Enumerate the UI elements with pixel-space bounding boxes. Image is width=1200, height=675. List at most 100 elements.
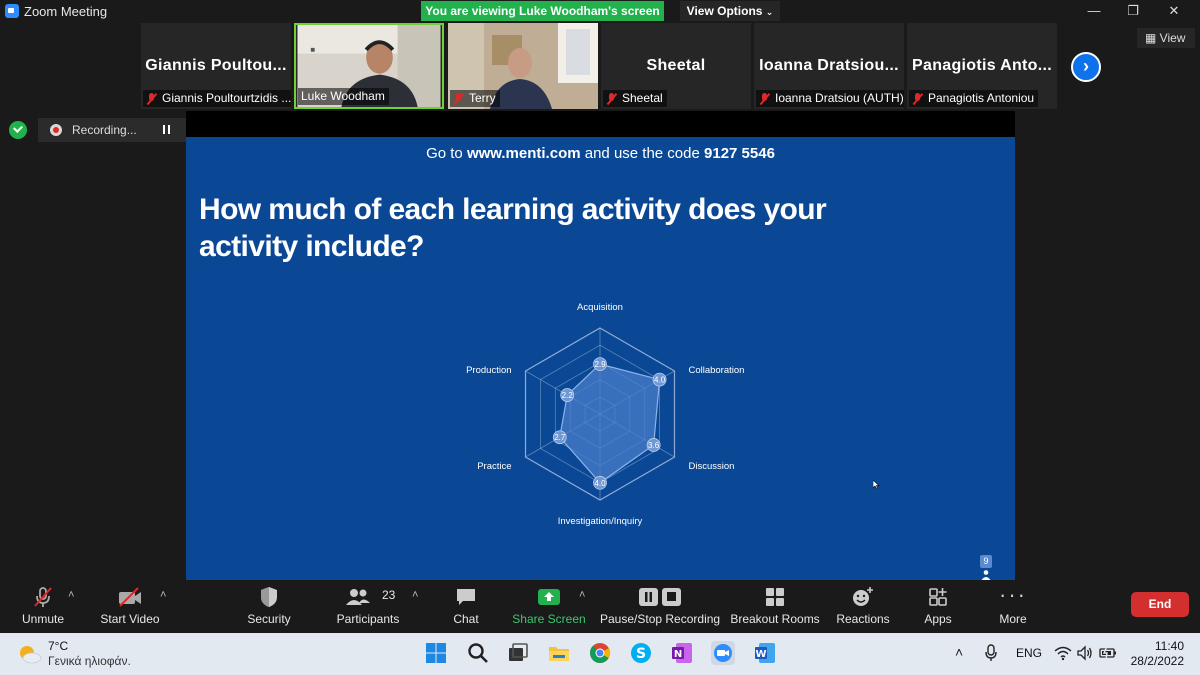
chat-label: Chat: [453, 612, 479, 626]
recording-label: Recording...: [72, 123, 137, 137]
radar-series-area: [559, 363, 661, 484]
onenote-icon[interactable]: N: [670, 641, 694, 665]
radar-category-label: Practice: [477, 461, 511, 472]
mic-muted-icon: [34, 587, 52, 607]
participant-tile[interactable]: Terry: [448, 23, 598, 109]
radar-category-label: Discussion: [688, 461, 734, 472]
participant-name-bar: Luke Woodham: [298, 88, 389, 105]
wifi-icon[interactable]: [1054, 645, 1072, 661]
zoom-logo-icon: [5, 4, 19, 18]
unmute-button[interactable]: Unmute: [10, 580, 76, 633]
radar-category-label: Acquisition: [577, 302, 623, 313]
radar-value-label: 3.6: [648, 441, 660, 450]
radar-value-label: 2.7: [554, 433, 566, 442]
pause-stop-recording-button[interactable]: Pause/Stop Recording: [600, 580, 720, 633]
pause-recording-icon[interactable]: [163, 125, 170, 134]
mouse-cursor-icon: [873, 480, 880, 489]
breakout-rooms-button[interactable]: Breakout Rooms: [730, 580, 820, 633]
unmute-label: Unmute: [21, 612, 65, 626]
chevron-down-icon: ⌄: [765, 7, 774, 17]
minimize-button[interactable]: —: [1086, 3, 1102, 19]
reactions-icon: [853, 587, 873, 606]
security-button[interactable]: Security: [236, 580, 302, 633]
radar-category-label: Investigation/Inquiry: [558, 516, 643, 527]
reactions-button[interactable]: Reactions: [830, 580, 896, 633]
windows-start-icon[interactable]: [424, 641, 448, 665]
task-view-icon[interactable]: [506, 641, 530, 665]
share-screen-icon: [538, 589, 560, 605]
weather-temperature[interactable]: 7°C: [48, 639, 68, 653]
participant-display-name: Sheetal: [646, 57, 706, 74]
mic-muted-icon: [146, 92, 157, 105]
participant-tile[interactable]: Ioanna Dratsiou... Ioanna Dratsiou (AUTH…: [754, 23, 904, 109]
participant-tile-active-speaker[interactable]: Luke Woodham: [294, 23, 444, 109]
participant-tile[interactable]: Panagiotis Anto... Panagiotis Antoniou: [907, 23, 1057, 109]
volume-icon[interactable]: [1077, 645, 1093, 661]
radar-category-label: Collaboration: [688, 365, 744, 376]
windows-taskbar: 7°C Γενικά ηλιοφάν. S N W ˄ ENG 11:40 28…: [0, 633, 1200, 675]
share-screen-button[interactable]: Share Screen: [512, 580, 586, 633]
pause-stop-icon: [639, 588, 681, 606]
chevron-up-icon[interactable]: ˄: [412, 589, 418, 601]
radar-value-label: 4.0: [654, 376, 666, 385]
mic-muted-icon: [912, 92, 923, 105]
chevron-right-icon[interactable]: ›: [1071, 52, 1101, 82]
radar-chart: 2.9 4.0 3.6 4.0 2.7 2.2 Acquisition Collaborati…: [466, 302, 744, 527]
microphone-icon[interactable]: [984, 644, 998, 662]
chevron-up-icon[interactable]: ˄: [579, 589, 585, 601]
shared-screen-slide: Go to www.menti.com and use the code 912…: [186, 137, 1015, 580]
pause-stop-label: Pause/Stop Recording: [600, 612, 721, 626]
participant-name: Panagiotis Antoniou: [928, 91, 1035, 105]
file-explorer-icon[interactable]: [547, 641, 571, 665]
start-video-button[interactable]: Start Video: [92, 580, 168, 633]
participant-name-bar: Panagiotis Antoniou: [909, 90, 1039, 107]
more-button[interactable]: ··· More: [983, 580, 1043, 633]
weather-sun-icon[interactable]: [16, 643, 42, 665]
participant-display-name: Panagiotis Anto...: [912, 57, 1052, 74]
clock-date[interactable]: 28/2/2022: [1125, 654, 1184, 668]
restore-button[interactable]: ❐: [1125, 3, 1141, 19]
chrome-icon[interactable]: [588, 641, 612, 665]
recording-indicator: Recording...: [38, 118, 201, 142]
search-icon[interactable]: [466, 641, 490, 665]
breakout-rooms-icon: [766, 588, 784, 606]
participants-button[interactable]: 23 Participants: [330, 580, 406, 633]
chevron-up-icon[interactable]: ˄: [68, 589, 74, 601]
reactions-label: Reactions: [836, 612, 890, 626]
recording-dot-icon: [50, 124, 62, 136]
participant-tile[interactable]: Giannis Poultou... Giannis Poultourtzidi…: [141, 23, 291, 109]
breakout-rooms-label: Breakout Rooms: [730, 612, 820, 626]
grid-view-icon: ▦: [1145, 31, 1160, 45]
battery-icon[interactable]: [1099, 646, 1117, 660]
chat-button[interactable]: Chat: [436, 580, 496, 633]
participant-name: Sheetal: [622, 91, 663, 105]
response-count-badge: 9: [980, 555, 992, 568]
participant-tile[interactable]: Sheetal Sheetal: [601, 23, 751, 109]
zoom-icon[interactable]: [711, 641, 735, 665]
person-icon: [981, 570, 991, 580]
chevron-up-icon[interactable]: ˄: [160, 589, 166, 601]
weather-description[interactable]: Γενικά ηλιοφάν.: [48, 654, 131, 668]
close-button[interactable]: ✕: [1166, 3, 1182, 19]
share-screen-label: Share Screen: [512, 612, 586, 626]
window-title-bar: Zoom Meeting You are viewing Luke Woodha…: [0, 0, 1200, 22]
participant-name-bar: Ioanna Dratsiou (AUTH): [756, 90, 904, 107]
shared-screen-top-margin: [186, 111, 1015, 137]
view-button[interactable]: ▦ View: [1137, 28, 1195, 48]
chevron-up-icon[interactable]: ˄: [955, 644, 963, 660]
clock-time[interactable]: 11:40: [1150, 639, 1184, 653]
radar-value-label: 4.0: [594, 479, 606, 488]
view-options-button[interactable]: View Options ⌄: [680, 1, 780, 21]
participant-name: Giannis Poultourtzidis ...: [162, 91, 291, 105]
apps-label: Apps: [924, 612, 952, 626]
word-icon[interactable]: W: [753, 641, 777, 665]
end-meeting-button[interactable]: End: [1131, 592, 1189, 617]
security-shield-icon[interactable]: [9, 121, 27, 139]
input-language[interactable]: ENG: [1016, 646, 1042, 660]
more-label: More: [999, 612, 1027, 626]
apps-button[interactable]: Apps: [908, 580, 968, 633]
radar-value-label: 2.9: [594, 360, 606, 369]
participants-icon: [346, 589, 370, 605]
skype-icon[interactable]: S: [629, 641, 653, 665]
svg-text:S: S: [636, 646, 646, 662]
